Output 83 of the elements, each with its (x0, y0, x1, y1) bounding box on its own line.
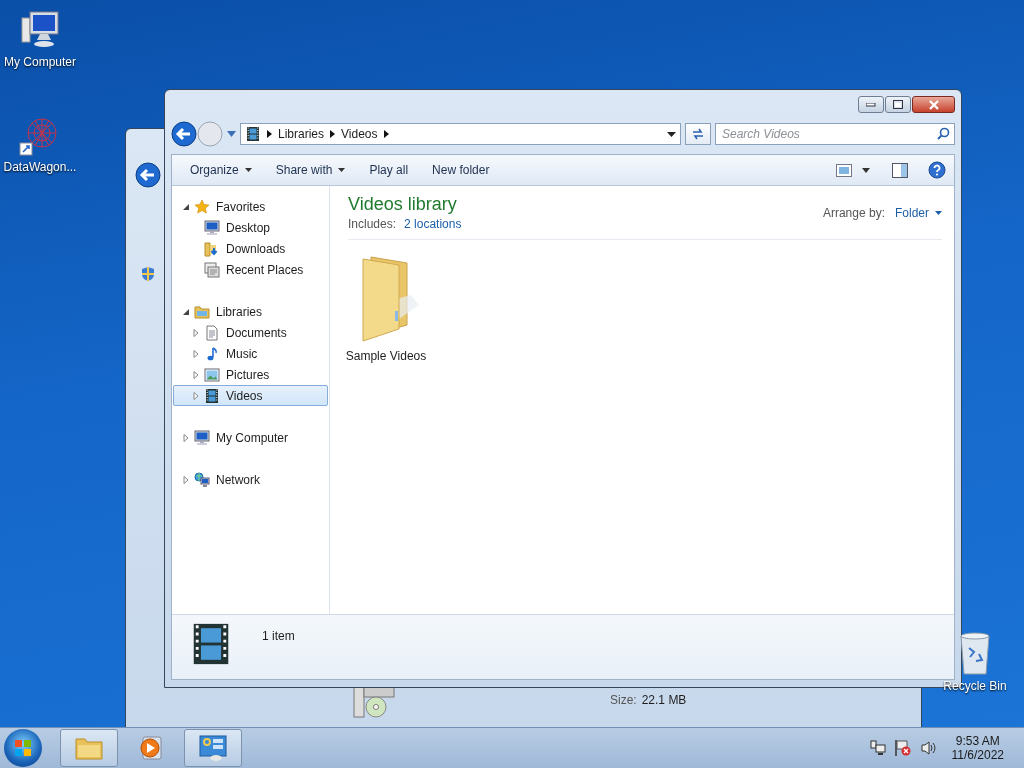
toolbar-button[interactable]: Organize (180, 159, 262, 181)
sidebar-item[interactable]: Libraries (173, 301, 328, 322)
film-icon (204, 387, 220, 404)
arrange-dropdown[interactable]: Folder (895, 206, 942, 220)
computer-icon (194, 429, 210, 446)
minimize-button[interactable] (858, 96, 884, 113)
toolbar-button[interactable]: Share with (265, 159, 356, 181)
sidebar-item[interactable]: Music (173, 343, 328, 364)
expand-icon[interactable] (182, 475, 190, 484)
picture-icon (204, 366, 220, 383)
sidebar-item[interactable]: My Computer (173, 427, 328, 448)
shield-icon (140, 266, 156, 282)
arrange-by-label: Arrange by: (822, 206, 885, 220)
flag-icon[interactable] (893, 739, 912, 757)
caret-icon (667, 131, 676, 137)
expand-icon[interactable] (192, 328, 200, 337)
help-icon[interactable] (928, 161, 946, 179)
back-icon[interactable] (135, 162, 161, 188)
collapse-icon[interactable] (182, 202, 190, 211)
taskbar-button[interactable] (184, 729, 242, 767)
desktop-icon-label: DataWagon... (3, 160, 77, 174)
sidebar-item[interactable]: Favorites (173, 196, 328, 217)
expand-icon[interactable] (192, 391, 200, 400)
size-label: Size: (610, 693, 637, 707)
recent-places-icon (204, 261, 220, 278)
breadcrumb-item[interactable]: Videos (341, 127, 378, 141)
collapse-icon[interactable] (182, 307, 190, 316)
close-button[interactable] (912, 96, 955, 113)
address-bar[interactable]: Libraries Videos (240, 123, 681, 145)
maximize-icon (893, 100, 903, 109)
item-count: 1 item (262, 629, 295, 643)
breadcrumb-item[interactable]: Libraries (278, 127, 325, 141)
downloads-folder-icon (204, 240, 220, 257)
size-value: 22.1 MB (641, 693, 687, 707)
sidebar-item[interactable]: Recent Places (173, 259, 328, 280)
sidebar-item[interactable]: Downloads (173, 238, 328, 259)
desktop-icon-label: My Computer (4, 55, 76, 69)
windows-logo-icon (14, 739, 32, 757)
control-panel-icon (198, 734, 228, 762)
clock[interactable]: 9:53 AM 11/6/2022 (951, 734, 1004, 762)
expand-icon[interactable] (182, 433, 190, 442)
chevron-icon[interactable] (330, 130, 336, 138)
minimize-icon (866, 102, 876, 107)
sidebar-item[interactable]: Videos (173, 385, 328, 406)
network-icon[interactable] (869, 740, 886, 756)
sidebar-item[interactable]: Pictures (173, 364, 328, 385)
close-icon (927, 99, 940, 110)
history-dropdown[interactable] (667, 131, 676, 137)
folder-icon (74, 735, 104, 761)
chevron-icon[interactable] (383, 130, 389, 138)
start-button[interactable] (4, 729, 42, 767)
includes-label: Includes: (348, 217, 397, 231)
back-icon[interactable] (171, 121, 197, 147)
search-icon[interactable] (937, 127, 950, 140)
chevron-icon[interactable] (267, 130, 272, 138)
film-icon (245, 126, 261, 142)
star-icon (194, 198, 210, 215)
expand-icon[interactable] (192, 349, 200, 358)
refresh-button[interactable] (685, 123, 711, 145)
sidebar-item[interactable]: Desktop (173, 217, 328, 238)
toolbar-button[interactable]: Play all (359, 159, 419, 181)
installer-icon (352, 685, 396, 719)
caret-icon[interactable] (862, 167, 870, 173)
toolbar-button[interactable]: New folder (422, 159, 500, 181)
recycle-bin-icon[interactable] (957, 630, 993, 676)
volume-icon[interactable] (919, 740, 938, 756)
network-icon (194, 471, 210, 488)
libraries-folder-icon (194, 303, 210, 320)
refresh-icon (691, 127, 705, 141)
caret-icon (935, 211, 942, 215)
sidebar-item[interactable]: Documents (173, 322, 328, 343)
search-field[interactable]: Search Videos (715, 123, 955, 145)
maximize-button[interactable] (885, 96, 911, 113)
expand-icon[interactable] (192, 370, 200, 379)
media-player-icon (137, 734, 165, 762)
preview-pane-icon[interactable] (892, 162, 908, 178)
sidebar-item[interactable]: Network (173, 469, 328, 490)
view-icon[interactable] (836, 163, 852, 177)
desktop-icon (204, 219, 220, 236)
library-title: Videos library (348, 194, 458, 215)
document-icon (204, 324, 220, 341)
locations-link[interactable]: 2 locations (404, 217, 462, 231)
folder-item[interactable]: Sample Videos (336, 248, 436, 366)
